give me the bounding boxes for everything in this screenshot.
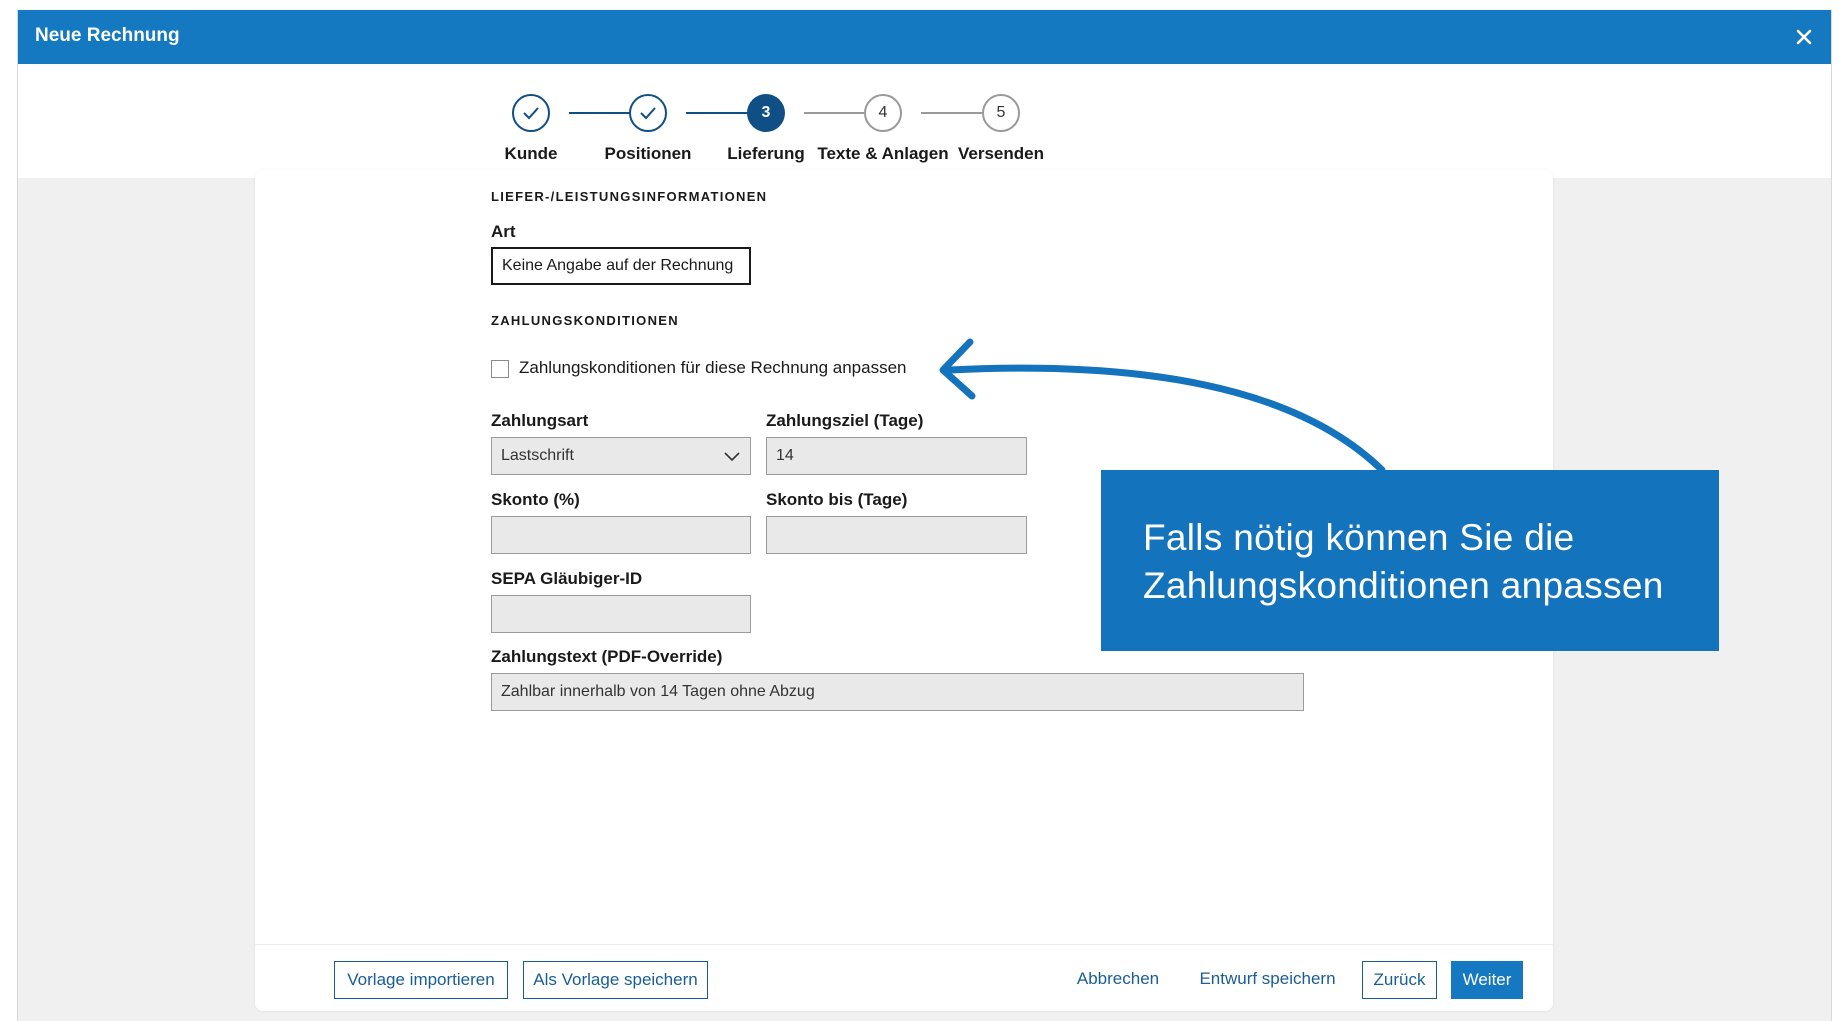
zahlungsart-value: Lastschrift — [501, 447, 574, 464]
skonto-input[interactable] — [491, 516, 751, 554]
annotation-callout: Falls nötig können Sie die Zahlungskondi… — [1101, 470, 1719, 651]
callout-line-1: Falls nötig können Sie die — [1143, 517, 1575, 558]
skonto-bis-label: Skonto bis (Tage) — [766, 490, 908, 509]
step-number: 4 — [864, 94, 902, 132]
check-icon — [640, 107, 656, 120]
next-button[interactable]: Weiter — [1451, 961, 1523, 999]
zahlungsziel-label: Zahlungsziel (Tage) — [766, 411, 924, 430]
save-draft-button[interactable]: Entwurf speichern — [1190, 961, 1345, 999]
zahlungsart-label: Zahlungsart — [491, 411, 589, 430]
step-circle — [512, 94, 550, 132]
callout-line-2: Zahlungskonditionen anpassen — [1143, 565, 1664, 606]
art-select[interactable]: Keine Angabe auf der Rechnung — [491, 247, 751, 285]
customize-payment-checkbox[interactable] — [491, 360, 509, 378]
wizard-stepper: Kunde Positionen 3 Lieferung 4 Texte & A… — [18, 64, 1831, 178]
step-label: Versenden — [958, 144, 1044, 163]
customize-payment-label[interactable]: Zahlungskonditionen für diese Rechnung a… — [519, 358, 907, 378]
skonto-bis-input[interactable] — [766, 516, 1027, 554]
check-icon — [523, 107, 539, 120]
chevron-down-icon — [724, 452, 740, 462]
callout-text: Falls nötig können Sie die Zahlungskondi… — [1143, 514, 1664, 610]
art-label: Art — [491, 222, 516, 241]
step-circle — [629, 94, 667, 132]
payment-section-heading: ZAHLUNGSKONDITIONEN — [491, 313, 679, 328]
step-number: 3 — [747, 94, 785, 132]
zahlungstext-input[interactable]: Zahlbar innerhalb von 14 Tagen ohne Abzu… — [491, 673, 1304, 711]
zahlungsart-select[interactable]: Lastschrift — [491, 437, 751, 475]
cancel-button[interactable]: Abbrechen — [1068, 961, 1168, 999]
dialog-titlebar: Neue Rechnung — [18, 10, 1831, 64]
step-number: 5 — [982, 94, 1020, 132]
sepa-label: SEPA Gläubiger-ID — [491, 569, 643, 588]
sepa-input[interactable] — [491, 595, 751, 633]
import-template-button[interactable]: Vorlage importieren — [334, 961, 508, 999]
skonto-label: Skonto (%) — [491, 490, 580, 509]
zahlungsziel-input[interactable]: 14 — [766, 437, 1027, 475]
delivery-section-heading: LIEFER-/LEISTUNGSINFORMATIONEN — [491, 189, 768, 204]
zahlungstext-label: Zahlungstext (PDF-Override) — [491, 647, 723, 666]
dialog-title: Neue Rechnung — [35, 25, 180, 46]
save-as-template-button[interactable]: Als Vorlage speichern — [523, 961, 708, 999]
close-icon[interactable] — [1789, 22, 1819, 52]
back-button[interactable]: Zurück — [1362, 961, 1437, 999]
